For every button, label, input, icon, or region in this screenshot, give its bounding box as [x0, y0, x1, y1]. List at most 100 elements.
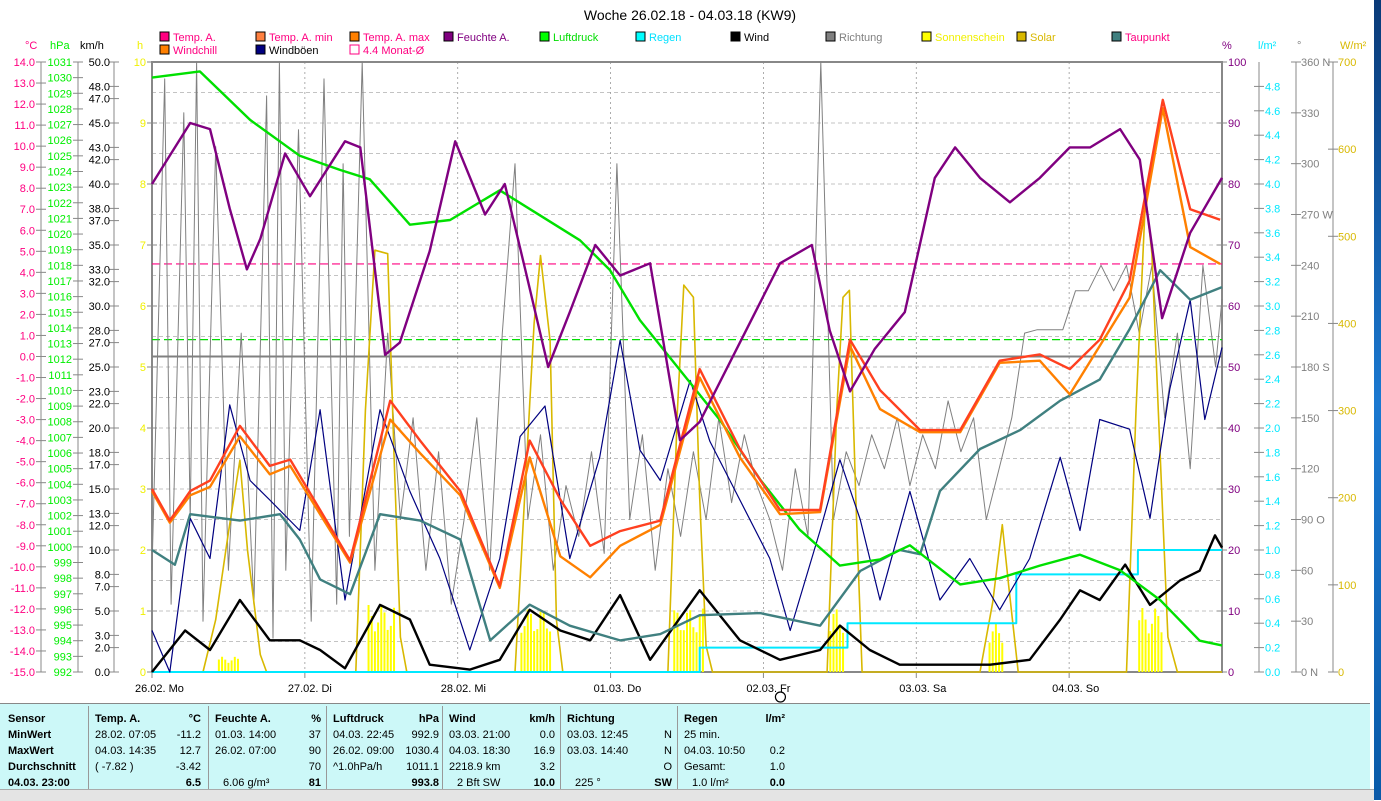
pressure-tick-label: 1027 [48, 120, 72, 132]
pressure-tick-label: 1011 [48, 370, 72, 382]
cell-value: O [663, 761, 672, 773]
legend-label: Temp. A. min [269, 32, 333, 44]
cell-value: 3.2 [539, 761, 555, 773]
series-richtung [151, 61, 1223, 639]
pressure-tick-label: 1005 [48, 464, 72, 476]
desktop-edge [1374, 0, 1381, 800]
legend-swatch [1111, 31, 1122, 42]
temp-tick-label: 0.0 [20, 351, 35, 363]
temp-tick-label: -12.0 [10, 604, 35, 616]
solar-tick-label: 400 [1338, 318, 1356, 330]
humidity-unit-label: % [1222, 40, 1232, 52]
wind-tick-label: 38.0 [89, 203, 110, 215]
cell-label: 26.02. 07:00 [215, 745, 277, 757]
cell-label: 04.03. 18:30 [449, 745, 511, 757]
rain-tick-label: 2.8 [1265, 325, 1280, 337]
statistics-table: Sensor MinWert MaxWert Durchschnitt 04.03. 2… [0, 703, 1370, 790]
sun-tick-label: 7 [140, 240, 146, 252]
temp-tick-label: 9.0 [20, 162, 35, 174]
table-column: Richtung 03.03. 12:45 N 03.03. 14:40 N O 225 °… [560, 706, 678, 790]
wind-tick-label: 20.0 [89, 423, 110, 435]
temp-tick-label: -13.0 [10, 625, 35, 637]
pressure-tick-label: 1012 [48, 354, 72, 366]
legend-item: Taupunkt [1111, 31, 1170, 44]
cell-label: 26.02. 09:00 [333, 745, 395, 757]
column-unit: % [311, 713, 321, 725]
wind-tick-label: 18.0 [89, 447, 110, 459]
rain-tick-label: 2.6 [1265, 350, 1280, 362]
pressure-tick-label: 1001 [48, 526, 72, 538]
humidity-tick-label: 90 [1228, 118, 1240, 130]
legend-item: Temp. A. max [349, 31, 430, 44]
rain-tick-label: 0.6 [1265, 594, 1280, 606]
wind-tick-label: 22.0 [89, 399, 110, 411]
cell-label: ^1.0hPa/h [333, 761, 383, 773]
temp-tick-label: -3.0 [16, 415, 35, 427]
legend-item: Windböen [255, 44, 319, 57]
humidity-tick-label: 50 [1228, 362, 1240, 374]
rain-tick-label: 3.0 [1265, 301, 1280, 313]
pressure-tick-label: 1020 [48, 229, 72, 241]
solar-tick-label: 0 [1338, 667, 1344, 679]
legend-item: Temp. A. [159, 31, 216, 44]
temp-tick-label: -1.0 [16, 373, 35, 385]
temp-tick-label: 3.0 [20, 288, 35, 300]
pressure-tick-label: 1010 [48, 385, 72, 397]
cell-label: 28.02. 07:05 [95, 729, 157, 741]
sun-unit-label: h [137, 40, 143, 52]
direction-tick-label: 240 [1301, 260, 1319, 272]
sensor-column: Sensor MinWert MaxWert Durchschnitt 04.03. 2… [0, 706, 86, 790]
rain-tick-label: 2.0 [1265, 423, 1280, 435]
sun-tick-label: 4 [140, 423, 146, 435]
weather-week-chart: Woche 26.02.18 - 04.03.18 (KW9) Temp. A.… [10, 7, 1367, 703]
wind-tick-label: 13.0 [89, 508, 110, 520]
cell-label: 25 min. [684, 729, 721, 741]
row-label: MaxWert [8, 745, 54, 757]
temp-tick-label: -7.0 [16, 499, 35, 511]
wind-tick-label: 2.0 [95, 643, 110, 655]
x-tick-label: 04.03. So [1052, 683, 1099, 695]
cell-value: 1030.4 [405, 745, 439, 757]
solar-tick-label: 100 [1338, 580, 1356, 592]
temp-tick-label: 1.0 [20, 330, 35, 342]
x-tick-label: 26.02. Mo [135, 683, 184, 695]
humidity-tick-label: 20 [1228, 545, 1240, 557]
humidity-tick-label: 10 [1228, 606, 1240, 618]
pressure-tick-label: 1018 [48, 260, 72, 272]
legend-swatch [159, 31, 170, 42]
pressure-unit-label: hPa [50, 40, 70, 52]
direction-tick-label: 210 [1301, 311, 1319, 323]
legend-swatch [159, 44, 170, 55]
direction-tick-label: 60 [1301, 565, 1313, 577]
humidity-tick-label: 30 [1228, 484, 1240, 496]
pressure-tick-label: 1002 [48, 511, 72, 523]
temp-tick-label: 11.0 [14, 120, 35, 132]
legend-label: Wind [744, 32, 769, 44]
cell-label: 04.03. 10:50 [684, 745, 746, 757]
temp-tick-label: -11.0 [11, 583, 35, 595]
pressure-tick-label: 1029 [48, 88, 72, 100]
legend-label: Windböen [269, 45, 319, 57]
temp-tick-label: 5.0 [20, 246, 35, 258]
legend-label: Solar [1030, 32, 1056, 44]
wind-tick-label: 0.0 [95, 667, 110, 679]
pressure-tick-label: 998 [54, 573, 72, 585]
status-bar [0, 789, 1374, 801]
column-header: Luftdruck [333, 713, 384, 725]
legend-swatch [730, 31, 741, 42]
temp-tick-label: -6.0 [16, 478, 35, 490]
temp-unit-label: °C [25, 40, 37, 52]
temp-tick-label: -15.0 [10, 667, 35, 679]
wind-tick-label: 32.0 [89, 277, 110, 289]
solar-tick-label: 500 [1338, 231, 1356, 243]
sun-tick-label: 1 [140, 606, 146, 618]
cell-value: 0.0 [769, 777, 785, 789]
legend-label: 4.4 Monat-Ø [363, 45, 425, 57]
rain-tick-label: 4.4 [1265, 130, 1280, 142]
direction-tick-label: 0 N [1301, 667, 1318, 679]
cell-label: 03.03. 12:45 [567, 729, 629, 741]
pressure-tick-label: 999 [54, 558, 72, 570]
solar-unit-label: W/m² [1340, 40, 1367, 52]
rain-tick-label: 4.6 [1265, 106, 1280, 118]
temp-tick-label: 10.0 [14, 141, 35, 153]
